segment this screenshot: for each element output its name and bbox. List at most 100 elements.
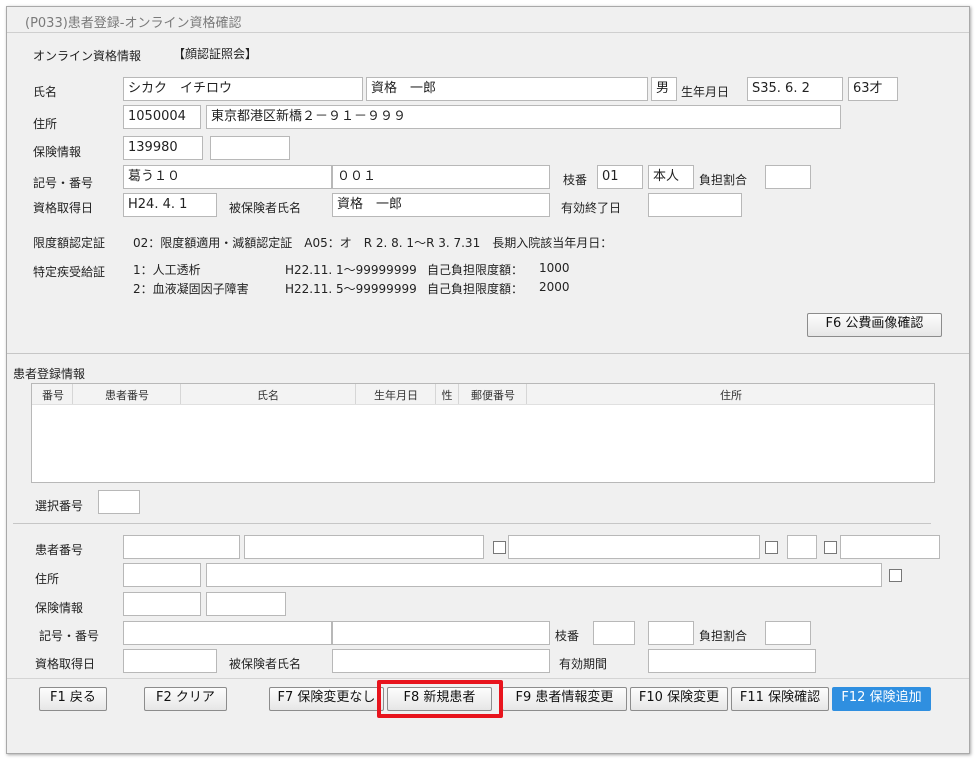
patient-bango-field[interactable]: [332, 621, 550, 645]
patient-qualified-date-field[interactable]: [123, 649, 217, 673]
select-no-label: 選択番号: [35, 499, 84, 513]
name-checkbox[interactable]: [493, 541, 506, 554]
name-kana-field[interactable]: シカク イチロウ: [123, 77, 363, 101]
patient-qualified-date-label: 資格取得日: [35, 657, 96, 671]
patient-postal-field[interactable]: [123, 563, 201, 587]
disease-limit-label-2: 自己負担限度額：: [427, 282, 524, 296]
birth-field[interactable]: S35. 6. 2: [747, 77, 843, 101]
valid-until-label: 有効終了日: [561, 201, 622, 215]
col-patient-no: 患者番号: [105, 389, 149, 402]
f9-patient-info-change-button[interactable]: F9 患者情報変更: [502, 687, 627, 711]
name-label: 氏名: [33, 85, 58, 99]
patient-name-field[interactable]: [508, 535, 760, 559]
birth-label: 生年月日: [681, 85, 730, 99]
age-field[interactable]: 63才: [848, 77, 898, 101]
patient-divider: [13, 523, 931, 524]
bango-field[interactable]: ００１: [332, 165, 550, 189]
disease-period-2: H22.11. 5～99999999: [285, 282, 417, 296]
patient-edaban-field[interactable]: [593, 621, 635, 645]
address-label: 住所: [33, 117, 58, 131]
patient-insurer-extra-field[interactable]: [206, 592, 286, 616]
col-sep: [180, 384, 181, 404]
title-divider: [7, 32, 969, 33]
disease-limit-1: 1000: [539, 261, 570, 275]
disease-period-1: H22.11. 1～99999999: [285, 263, 417, 277]
f2-clear-button[interactable]: F2 クリア: [144, 687, 227, 711]
patient-name-kana-field[interactable]: [244, 535, 484, 559]
patient-no-label: 患者番号: [35, 543, 84, 557]
online-section-label: オンライン資格情報: [33, 49, 142, 63]
patient-insurance-label: 保険情報: [35, 601, 84, 615]
col-sep: [355, 384, 356, 404]
col-sep: [458, 384, 459, 404]
f12-insurance-add-button[interactable]: F12 保険追加: [832, 687, 931, 711]
col-birth: 生年月日: [374, 389, 418, 402]
f7-no-insurance-change-button[interactable]: F7 保険変更なし: [269, 687, 384, 711]
valid-until-field[interactable]: [648, 193, 742, 217]
patient-kigo-bango-label: 記号・番号: [39, 629, 100, 643]
col-postal: 郵便番号: [471, 389, 515, 402]
patient-valid-period-label: 有効期間: [559, 657, 608, 671]
patient-edaban-label: 枝番: [555, 629, 580, 643]
patient-burden-ratio-field[interactable]: [765, 621, 811, 645]
patient-insured-name-field[interactable]: [332, 649, 550, 673]
patient-section-label: 患者登録情報: [13, 367, 86, 381]
insurer-no-field[interactable]: 139980: [123, 136, 203, 160]
patient-burden-ratio-label: 負担割合: [699, 629, 748, 643]
patient-insured-name-label: 被保険者氏名: [229, 657, 302, 671]
patient-sex-field[interactable]: [787, 535, 817, 559]
birth-checkbox[interactable]: [824, 541, 837, 554]
section-divider: [7, 353, 969, 354]
footer-divider: [7, 678, 969, 679]
limit-cert-text: 02：限度額適用・減額認定証 A05：オ R 2. 8. 1～R 3. 7.31…: [133, 236, 613, 250]
col-sep: [526, 384, 527, 404]
kigo-bango-label: 記号・番号: [33, 176, 94, 190]
burden-ratio-field[interactable]: [765, 165, 811, 189]
address-field[interactable]: 東京都港区新橋２－９１－９９９: [206, 105, 841, 129]
grid-header: 番号 患者番号 氏名 生年月日 性 郵便番号 住所: [32, 384, 934, 405]
patient-registration-window: (P033)患者登録-オンライン資格確認 オンライン資格情報 【顔認証照会】 氏…: [6, 6, 970, 754]
kigo-field[interactable]: 葛う１０: [123, 165, 332, 189]
patient-birth-field[interactable]: [840, 535, 940, 559]
specific-disease-label: 特定疾受給証: [33, 265, 106, 279]
patient-valid-period-field[interactable]: [648, 649, 816, 673]
col-address: 住所: [720, 389, 742, 402]
insured-name-label: 被保険者氏名: [229, 201, 302, 215]
disease-limit-2: 2000: [539, 280, 570, 294]
col-sep: [72, 384, 73, 404]
qualified-date-field[interactable]: H24. 4. 1: [123, 193, 217, 217]
postal-field[interactable]: 1050004: [123, 105, 201, 129]
patient-address-label: 住所: [35, 572, 60, 586]
col-name: 氏名: [257, 389, 279, 402]
f11-insurance-confirm-button[interactable]: F11 保険確認: [731, 687, 829, 711]
disease-name-1: 1：人工透析: [133, 263, 201, 277]
f6-public-image-button[interactable]: F6 公費画像確認: [807, 313, 942, 337]
patient-list-grid[interactable]: 番号 患者番号 氏名 生年月日 性 郵便番号 住所: [31, 383, 935, 483]
patient-kigo-field[interactable]: [123, 621, 332, 645]
insured-name-field[interactable]: 資格 一郎: [332, 193, 550, 217]
patient-no-field[interactable]: [123, 535, 240, 559]
patient-relation-field[interactable]: [648, 621, 694, 645]
insurer-extra-field[interactable]: [210, 136, 290, 160]
edaban-field[interactable]: 01: [597, 165, 643, 189]
burden-ratio-label: 負担割合: [699, 173, 748, 187]
sex-field[interactable]: 男: [651, 77, 677, 101]
col-no: 番号: [42, 389, 64, 402]
f8-new-patient-button[interactable]: F8 新規患者: [387, 687, 492, 711]
limit-cert-label: 限度額認定証: [33, 236, 106, 250]
col-sex: 性: [441, 389, 453, 402]
f1-back-button[interactable]: F1 戻る: [39, 687, 107, 711]
address-checkbox[interactable]: [889, 569, 902, 582]
edaban-label: 枝番: [563, 173, 588, 187]
disease-name-2: 2：血液凝固因子障害: [133, 282, 249, 296]
patient-address-field[interactable]: [206, 563, 882, 587]
relation-field[interactable]: 本人: [648, 165, 694, 189]
disease-limit-label-1: 自己負担限度額：: [427, 263, 524, 277]
col-sep: [435, 384, 436, 404]
patient-insurer-no-field[interactable]: [123, 592, 201, 616]
sex-checkbox[interactable]: [765, 541, 778, 554]
f10-insurance-change-button[interactable]: F10 保険変更: [630, 687, 728, 711]
select-no-field[interactable]: [98, 490, 140, 514]
qualified-date-label: 資格取得日: [33, 201, 94, 215]
name-kanji-field[interactable]: 資格 一郎: [366, 77, 648, 101]
